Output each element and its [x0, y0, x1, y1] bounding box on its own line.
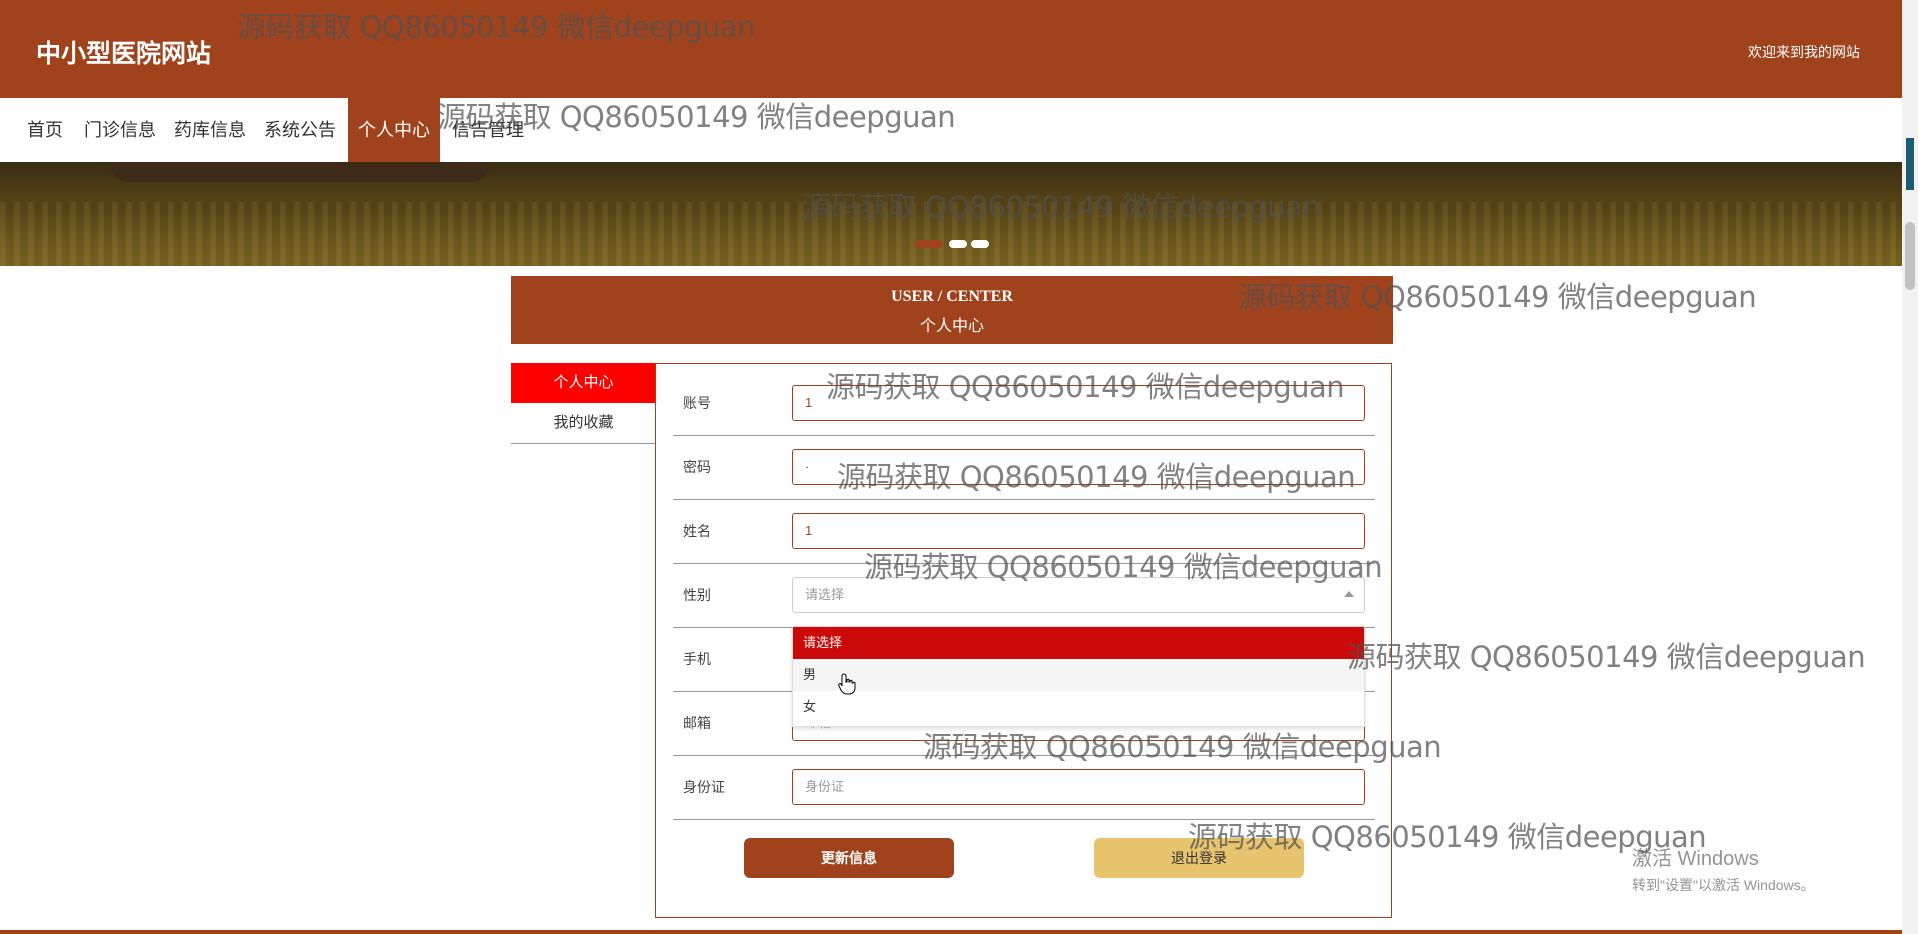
- chevron-up-icon: [1344, 591, 1354, 597]
- password-input[interactable]: ·: [792, 449, 1365, 485]
- form-row-gender: 性别 请选择: [673, 563, 1375, 628]
- id-card-label: 身份证: [683, 779, 725, 795]
- nav-item-message-management[interactable]: 信告管理: [450, 98, 526, 162]
- gender-option-female[interactable]: 女: [793, 691, 1364, 723]
- gender-select-value: 请选择: [805, 587, 845, 602]
- section-header: USER / CENTER 个人中心: [511, 276, 1393, 344]
- account-label: 账号: [683, 395, 711, 411]
- hand-cursor-icon: [838, 673, 856, 695]
- section-title-cn: 个人中心: [919, 318, 984, 335]
- sidebar-item-favorites[interactable]: 我的收藏: [511, 403, 656, 444]
- banner-image: [110, 162, 490, 182]
- id-card-input[interactable]: 身份证: [792, 769, 1365, 805]
- nav-item-pharmacy[interactable]: 药库信息: [172, 98, 248, 162]
- scrollbar-thumb[interactable]: [1905, 222, 1915, 290]
- gender-label: 性别: [683, 587, 711, 603]
- section-title-en: USER / CENTER: [891, 288, 1013, 305]
- carousel-dot-3[interactable]: [971, 240, 989, 248]
- footer-bar: [0, 930, 1902, 934]
- carousel-dot-2[interactable]: [949, 240, 967, 248]
- phone-label: 手机: [683, 651, 711, 667]
- windows-activation-notice: 激活 Windows 转到"设置"以激活 Windows。: [1632, 842, 1815, 895]
- password-label: 密码: [683, 459, 711, 475]
- page-scrollbar[interactable]: [1902, 0, 1918, 934]
- site-title[interactable]: 中小型医院网站: [36, 34, 211, 70]
- form-row-account: 账号 1: [673, 371, 1375, 436]
- gender-dropdown-list: 请选择 男 女: [792, 626, 1365, 727]
- watermark-text: 源码获取 QQ86050149 微信deepguan: [1347, 640, 1866, 674]
- nav-item-personal-center[interactable]: 个人中心: [348, 98, 440, 162]
- main-nav: 首页 门诊信息 药库信息 系统公告 个人中心 信告管理: [0, 98, 1902, 162]
- banner-carousel: [0, 162, 1902, 266]
- carousel-dot-1[interactable]: [915, 240, 943, 248]
- sidebar-item-personal-center[interactable]: 个人中心: [511, 363, 656, 403]
- update-info-button[interactable]: 更新信息: [744, 838, 954, 878]
- name-label: 姓名: [683, 523, 711, 539]
- form-row-name: 姓名 1: [673, 499, 1375, 564]
- top-header-bar: 中小型医院网站 欢迎来到我的网站: [0, 0, 1902, 98]
- windows-activation-title: 激活 Windows: [1632, 848, 1759, 870]
- email-label: 邮箱: [683, 715, 711, 731]
- nav-item-clinic[interactable]: 门诊信息: [82, 98, 158, 162]
- windows-activation-subtitle: 转到"设置"以激活 Windows。: [1632, 877, 1815, 893]
- welcome-text: 欢迎来到我的网站: [1748, 44, 1860, 60]
- name-input[interactable]: 1: [792, 513, 1365, 549]
- gender-option-placeholder[interactable]: 请选择: [793, 627, 1364, 659]
- gender-option-male[interactable]: 男: [793, 659, 1364, 691]
- form-row-password: 密码 ·: [673, 435, 1375, 500]
- account-input[interactable]: 1: [792, 385, 1365, 421]
- nav-item-announcements[interactable]: 系统公告: [262, 98, 338, 162]
- form-row-id-card: 身份证 身份证: [673, 755, 1375, 820]
- nav-item-home[interactable]: 首页: [18, 98, 72, 162]
- gender-select[interactable]: 请选择: [792, 577, 1365, 613]
- logout-button[interactable]: 退出登录: [1094, 838, 1304, 878]
